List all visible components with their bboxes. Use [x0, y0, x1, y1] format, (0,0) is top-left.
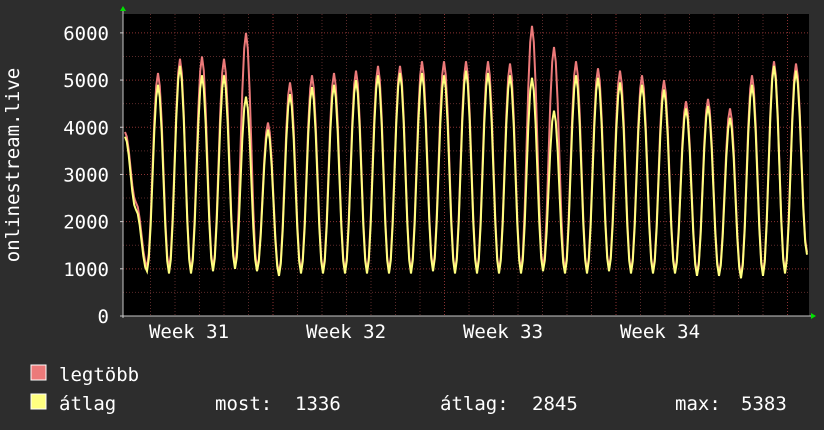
traffic-chart: 0 1000 2000 3000 4000 5000 6000 Week 31 Week 32…	[0, 0, 824, 430]
legend-label-avg: átlag	[59, 393, 116, 415]
x-tick-label: Week 34	[620, 321, 700, 343]
stat-max-value: 5383	[741, 393, 787, 415]
stat-avg-label: átlag:	[440, 393, 509, 415]
y-tick-label: 5000	[63, 70, 109, 92]
legend-label-max: legtöbb	[59, 364, 139, 386]
x-tick-label: Week 33	[463, 321, 543, 343]
legend-swatch-max	[30, 364, 47, 381]
x-tick-label: Week 32	[306, 321, 386, 343]
plot-area	[123, 14, 809, 316]
stat-now-value: 1336	[295, 393, 341, 415]
y-tick-label: 6000	[63, 23, 109, 45]
y-tick-label: 0	[98, 306, 109, 328]
y-tick-label: 4000	[63, 117, 109, 139]
y-axis-label: onlinestream.live	[2, 68, 24, 262]
stat-max-label: max:	[675, 393, 721, 415]
stat-avg-value: 2845	[532, 393, 578, 415]
y-tick-label: 3000	[63, 164, 109, 186]
y-tick-label: 1000	[63, 259, 109, 281]
legend-swatch-avg	[30, 393, 47, 410]
stat-now-label: most:	[215, 393, 272, 415]
x-tick-label: Week 31	[149, 321, 229, 343]
y-tick-label: 2000	[63, 212, 109, 234]
